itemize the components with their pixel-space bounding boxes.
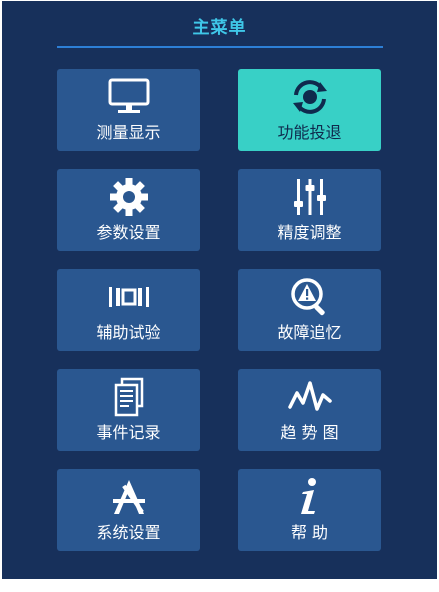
page-title: 主菜单	[192, 18, 247, 38]
menu-tile-system[interactable]: 系统设置	[57, 469, 200, 551]
menu-tile-test[interactable]: 辅助试验	[57, 269, 200, 351]
warning-search-icon	[287, 277, 333, 317]
menu-tile-label: 帮 助	[290, 523, 329, 542]
menu-tile-label: 精度调整	[277, 223, 342, 242]
menu-tile-measure[interactable]: 测量显示	[57, 69, 200, 151]
menu-tile-label: 功能投退	[277, 123, 342, 142]
monitor-icon	[106, 77, 152, 117]
menu-tile-label: 辅助试验	[96, 323, 161, 342]
info-icon	[287, 477, 333, 517]
toggle-cycle-icon	[287, 77, 333, 117]
menu-tile-label: 参数设置	[96, 223, 161, 242]
menu-tile-help[interactable]: 帮 助	[238, 469, 381, 551]
test-bracket-icon	[106, 277, 152, 317]
menu-tile-label: 故障追忆	[277, 323, 342, 342]
waveform-icon	[287, 377, 333, 417]
menu-tile-label: 事件记录	[96, 423, 161, 442]
menu-tile-precision[interactable]: 精度调整	[238, 169, 381, 251]
menu-tile-label: 趋 势 图	[280, 423, 339, 442]
sliders-icon	[287, 177, 333, 217]
gear-icon	[106, 177, 152, 217]
document-list-icon	[106, 377, 152, 417]
menu-tile-params[interactable]: 参数设置	[57, 169, 200, 251]
tools-icon	[106, 477, 152, 517]
main-menu-panel: 主菜单 测量显示 功能投退 参数设置 精度调整 辅助试验 故障追忆 事件记录 趋…	[2, 1, 437, 579]
menu-tile-function[interactable]: 功能投退	[238, 69, 381, 151]
menu-tile-label: 系统设置	[96, 523, 161, 542]
menu-tile-label: 测量显示	[96, 123, 161, 142]
menu-tile-events[interactable]: 事件记录	[57, 369, 200, 451]
title-divider	[57, 46, 383, 48]
menu-tile-trend[interactable]: 趋 势 图	[238, 369, 381, 451]
menu-tile-fault[interactable]: 故障追忆	[238, 269, 381, 351]
